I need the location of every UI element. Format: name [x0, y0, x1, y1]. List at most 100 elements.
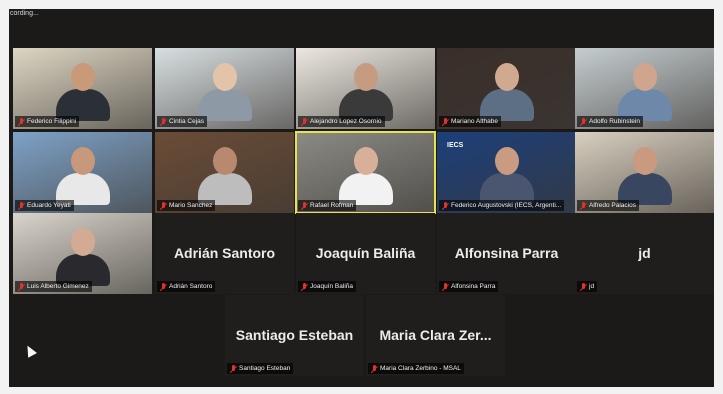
- person-head: [70, 63, 95, 91]
- participant-video: [338, 147, 393, 205]
- participant-name: Eduardo Yeyati: [27, 202, 71, 209]
- muted-microphone-icon: [17, 282, 25, 291]
- participant-name: Maria Clara Zerbino - MSAL: [380, 365, 461, 372]
- participant-name-label: jd: [577, 281, 598, 292]
- muted-microphone-icon: [441, 282, 449, 291]
- participant-name-label: Joaquín Baliña: [298, 281, 357, 292]
- participant-name: Mariano Althabe: [451, 118, 498, 125]
- person-head: [632, 63, 657, 91]
- person-head: [353, 63, 378, 91]
- participant-tile[interactable]: Joaquín Baliña Joaquín Baliña: [296, 213, 435, 294]
- participant-tile-active-speaker[interactable]: Rafael Rofman: [295, 131, 436, 214]
- participant-display-name: Adrián Santoro: [173, 245, 276, 261]
- participant-name-label: Eduardo Yeyati: [15, 200, 74, 211]
- participant-tile[interactable]: Eduardo Yeyati: [13, 132, 152, 213]
- person-head: [70, 228, 95, 256]
- muted-microphone-icon: [579, 282, 587, 291]
- participant-video: [617, 147, 672, 205]
- muted-microphone-icon: [300, 201, 308, 210]
- participant-video: [479, 147, 534, 205]
- participant-display-name: Maria Clara Zer...: [379, 327, 492, 343]
- participant-video: [197, 63, 252, 121]
- participant-tile[interactable]: Alfredo Palacios: [575, 132, 714, 213]
- participant-name-label: Alfonsina Parra: [439, 281, 499, 292]
- participant-name-label: Mariano Althabe: [439, 116, 501, 127]
- participant-video: [55, 63, 110, 121]
- participant-name-label: Adolfo Rubinstein: [577, 116, 643, 127]
- participant-video: [55, 147, 110, 205]
- person-head: [212, 63, 237, 91]
- participant-name: Alfonsina Parra: [451, 283, 496, 290]
- org-logo: IECS: [447, 142, 464, 149]
- muted-microphone-icon: [300, 282, 308, 291]
- mouse-cursor-icon: [23, 343, 37, 358]
- participant-name-label: Luis Alberto Gimenez: [15, 281, 92, 292]
- participant-name-label: Santiago Esteban: [227, 363, 294, 374]
- participant-video: [338, 63, 393, 121]
- participant-name-label: Alfredo Palacios: [577, 200, 639, 211]
- participant-tile[interactable]: Federico Filippini: [13, 48, 152, 129]
- person-head: [632, 147, 657, 175]
- participant-name: Adolfo Rubinstein: [589, 118, 640, 125]
- participant-name: Santiago Esteban: [239, 365, 291, 372]
- participant-name: Joaquín Baliña: [310, 283, 354, 290]
- muted-microphone-icon: [17, 117, 25, 126]
- participant-name: Alfredo Palacios: [589, 202, 636, 209]
- person-head: [353, 147, 378, 175]
- participant-tile[interactable]: Adolfo Rubinstein: [575, 48, 714, 129]
- participant-name-label: Maria Clara Zerbino - MSAL: [368, 363, 464, 374]
- participant-tile[interactable]: Adrián Santoro Adrián Santoro: [155, 213, 294, 294]
- participant-name: Luis Alberto Gimenez: [27, 283, 89, 290]
- muted-microphone-icon: [229, 364, 237, 373]
- participant-name: Federico Augustovski (IECS, Argenti...: [451, 202, 562, 209]
- muted-microphone-icon: [159, 282, 167, 291]
- muted-microphone-icon: [441, 117, 449, 126]
- participant-tile[interactable]: Mario Sanchez: [155, 132, 294, 213]
- person-head: [70, 147, 95, 175]
- participant-name-label: Adrián Santoro: [157, 281, 216, 292]
- participant-tile[interactable]: IECS Federico Augustovski (IECS, Argenti.…: [437, 132, 576, 213]
- participant-name: Federico Filippini: [27, 118, 77, 125]
- muted-microphone-icon: [159, 201, 167, 210]
- participant-video: [479, 63, 534, 121]
- participant-tile[interactable]: Maria Clara Zer... Maria Clara Zerbino - …: [366, 295, 505, 376]
- participant-name-label: Mario Sanchez: [157, 200, 216, 211]
- muted-microphone-icon: [579, 117, 587, 126]
- participant-tile[interactable]: Alfonsina Parra Alfonsina Parra: [437, 213, 576, 294]
- recording-label: cording...: [10, 10, 39, 17]
- participant-display-name: jd: [638, 245, 651, 261]
- video-gallery: cording... Federico Filippini Cintia Cej…: [9, 9, 714, 387]
- person-head: [494, 147, 519, 175]
- muted-microphone-icon: [441, 201, 449, 210]
- participant-video: [55, 228, 110, 286]
- participant-tile[interactable]: Mariano Althabe: [437, 48, 576, 129]
- participant-name: Mario Sanchez: [169, 202, 213, 209]
- participant-tile[interactable]: jd jd: [575, 213, 714, 294]
- participant-tile[interactable]: Alejandro Lopez Osornio: [296, 48, 435, 129]
- participant-display-name: Santiago Esteban: [235, 327, 354, 343]
- muted-microphone-icon: [300, 117, 308, 126]
- person-head: [494, 63, 519, 91]
- participant-name: jd: [589, 283, 595, 290]
- participant-name: Rafael Rofman: [310, 202, 354, 209]
- participant-name: Cintia Cejas: [169, 118, 205, 125]
- muted-microphone-icon: [579, 201, 587, 210]
- participant-name: Alejandro Lopez Osornio: [310, 118, 382, 125]
- participant-name-label: Federico Filippini: [15, 116, 80, 127]
- participant-name: Adrián Santoro: [169, 283, 213, 290]
- muted-microphone-icon: [17, 201, 25, 210]
- participant-name-label: Rafael Rofman: [298, 200, 357, 211]
- participant-video: [617, 63, 672, 121]
- participant-video: [197, 147, 252, 205]
- person-head: [212, 147, 237, 175]
- muted-microphone-icon: [370, 364, 378, 373]
- participant-tile[interactable]: Santiago Esteban Santiago Esteban: [225, 295, 364, 376]
- participant-name-label: Cintia Cejas: [157, 116, 208, 127]
- participant-tile[interactable]: Luis Alberto Gimenez: [13, 213, 152, 294]
- muted-microphone-icon: [159, 117, 167, 126]
- participant-name-label: Alejandro Lopez Osornio: [298, 116, 385, 127]
- participant-display-name: Joaquín Baliña: [315, 245, 416, 261]
- participant-tile[interactable]: Cintia Cejas: [155, 48, 294, 129]
- participant-name-label: Federico Augustovski (IECS, Argenti...: [439, 200, 565, 211]
- participant-display-name: Alfonsina Parra: [454, 245, 559, 261]
